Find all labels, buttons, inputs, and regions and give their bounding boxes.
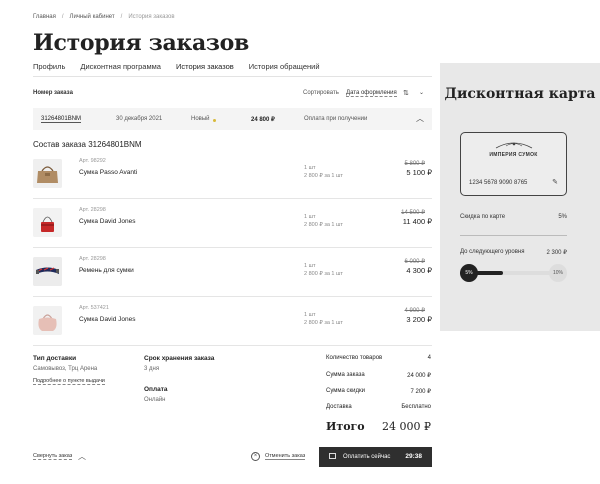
orders-list-header: Номер заказа Сортировать Дата оформления… [33, 90, 432, 100]
product-quantity: 1 шт 2 800 ₽ за 1 шт [304, 214, 343, 228]
level-progress: 5% 10% [460, 264, 567, 282]
card-discount-row: Скидка по карте 5% [460, 214, 567, 220]
old-price: 6 000 ₽ [404, 259, 426, 265]
payment-timer: 29:38 [405, 453, 422, 460]
chevron-down-icon[interactable]: ⌄ [419, 89, 424, 96]
discount-card-panel: Дисконтная карта ИМПЕРИЯ СУМОК 1234 5678… [440, 63, 600, 331]
storage-value: 3 дня [144, 366, 160, 372]
breadcrumb-current: История заказов [128, 14, 175, 20]
brand-logo: ИМПЕРИЯ СУМОК [461, 140, 566, 158]
chevron-up-icon[interactable]: ︿ [78, 451, 86, 462]
next-level-row: До следующего уровня 2 300 ₽ [460, 249, 568, 256]
order-row[interactable]: 31264801BNM 30 декабря 2021 Новый 24 800… [33, 108, 432, 130]
order-sum: 24 800 ₽ [251, 117, 275, 123]
order-footer: Свернуть заказ ︿ × Отменить заказ Оплати… [33, 447, 432, 467]
order-status: Новый [191, 116, 210, 122]
order-date: 30 декабря 2021 [116, 116, 163, 122]
product-image[interactable] [33, 208, 62, 237]
divider [460, 235, 567, 236]
tab-discount-program[interactable]: Дисконтная программа [80, 62, 161, 77]
order-number[interactable]: 31264801BNM [41, 116, 82, 123]
total-value: 24 000 ₽ [382, 420, 431, 433]
discount-card-title: Дисконтная карта [444, 86, 596, 102]
order-number-header: Номер заказа [33, 90, 73, 96]
product-quantity: 1 шт 2 800 ₽ за 1 шт [304, 165, 343, 179]
payment-info: Оплата Онлайн [144, 386, 168, 403]
payment-value: Онлайн [144, 397, 166, 403]
product-image[interactable] [33, 306, 62, 335]
product-quantity: 1 шт 2 800 ₽ за 1 шт [304, 312, 343, 326]
old-price: 4 900 ₽ [404, 308, 426, 314]
card-number: 1234 5678 9090 8765 [469, 180, 528, 186]
product-article: Арт. 537421 [79, 305, 109, 311]
breadcrumb-home[interactable]: Главная [33, 14, 56, 20]
wallet-icon [329, 453, 336, 459]
delivery-type-title: Тип доставки [33, 355, 77, 362]
pay-now-button[interactable]: Оплатить сейчас 29:38 [319, 447, 432, 467]
list-item: Арт. 28298 Ремень для сумки 1 шт 2 800 ₽ … [33, 248, 432, 297]
order-composition-title: Состав заказа 31264801BNM [33, 140, 142, 149]
sort-label: Сортировать [303, 90, 339, 96]
price: 3 200 ₽ [406, 315, 432, 324]
card-discount-label: Скидка по карте [460, 214, 506, 220]
product-article: Арт. 28298 [79, 207, 106, 213]
order-payment: Оплата при получении [304, 116, 368, 122]
cancel-order-button[interactable]: Отменить заказ [265, 453, 306, 460]
product-image[interactable] [33, 257, 62, 286]
card-discount-value: 5% [558, 214, 567, 220]
close-icon[interactable]: × [251, 452, 260, 461]
product-quantity: 1 шт 2 800 ₽ за 1 шт [304, 263, 343, 277]
sort-by-date-button[interactable]: Дата оформления [346, 90, 397, 97]
price: 4 300 ₽ [406, 266, 432, 275]
price: 11 400 ₽ [402, 217, 432, 226]
old-price: 5 800 ₽ [404, 161, 426, 167]
product-name[interactable]: Сумка Passo Avanti [79, 169, 137, 176]
price: 5 100 ₽ [406, 168, 432, 177]
breadcrumb-account[interactable]: Личный кабинет [70, 14, 115, 20]
payment-title: Оплата [144, 386, 168, 393]
product-article: Арт. 98292 [79, 158, 106, 164]
sort-order-icon[interactable]: ⇅ [403, 89, 409, 97]
page-title: История заказов [33, 30, 250, 56]
delivery-type-value: Самовывоз, Трц Арена [33, 366, 98, 372]
list-item: Арт. 98292 Сумка Passo Avanti 1 шт 2 800 … [33, 150, 432, 199]
product-image[interactable] [33, 159, 62, 188]
next-level-label: До следующего уровня [460, 249, 525, 255]
product-name[interactable]: Сумка David Jones [79, 316, 136, 323]
delivery-info: Тип доставки Самовывоз, Трц Арена Подроб… [33, 355, 105, 385]
product-name[interactable]: Сумка David Jones [79, 218, 136, 225]
collapse-order-button[interactable]: Свернуть заказ [33, 453, 73, 460]
next-level-badge: 10% [549, 264, 567, 282]
status-dot [213, 119, 216, 122]
list-item: Арт. 537421 Сумка David Jones 1 шт 2 800 … [33, 297, 432, 346]
tab-profile[interactable]: Профиль [33, 62, 65, 77]
total-label: Итого [326, 420, 365, 433]
pickup-point-details-link[interactable]: Подробнее о пункте выдачи [33, 378, 105, 385]
list-item: Арт. 28298 Сумка David Jones 1 шт 2 800 ₽… [33, 199, 432, 248]
product-name[interactable]: Ремень для сумки [79, 267, 134, 274]
pay-now-label: Оплатить сейчас [343, 454, 391, 460]
discount-card: ИМПЕРИЯ СУМОК 1234 5678 9090 8765 ✎ [460, 132, 567, 196]
current-level-badge: 5% [460, 264, 478, 282]
storage-title: Срок хранения заказа [144, 355, 215, 362]
chevron-up-icon[interactable]: ︿ [416, 113, 424, 124]
tabs: Профиль Дисконтная программа История зак… [33, 62, 335, 77]
breadcrumb: Главная / Личный кабинет / История заказов [33, 14, 175, 20]
next-level-value: 2 300 ₽ [546, 250, 568, 256]
tab-requests-history[interactable]: История обращений [249, 62, 320, 77]
product-article: Арт. 28298 [79, 256, 106, 262]
storage-info: Срок хранения заказа 3 дня [144, 355, 214, 372]
tab-order-history[interactable]: История заказов [175, 62, 234, 77]
old-price: 14 500 ₽ [401, 210, 425, 216]
edit-icon[interactable]: ✎ [552, 178, 558, 186]
tabs-divider [33, 76, 432, 77]
